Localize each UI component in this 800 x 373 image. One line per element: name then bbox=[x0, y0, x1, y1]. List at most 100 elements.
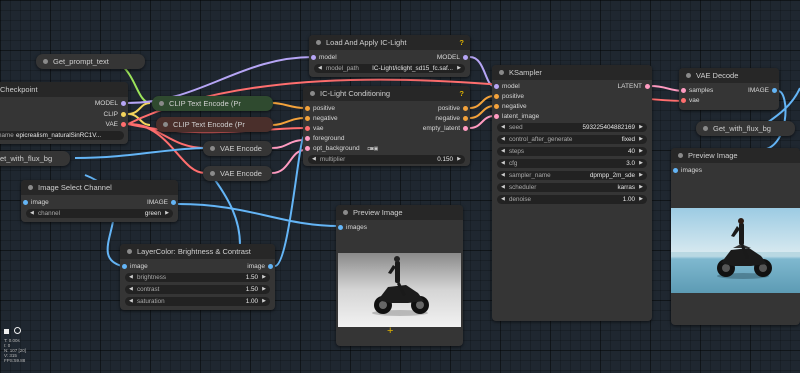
arrow-left-icon[interactable]: ◀ bbox=[312, 155, 316, 164]
cond-input-opt-background[interactable]: opt_background ◘◙▣ bbox=[303, 144, 378, 153]
latent-socket-icon[interactable] bbox=[305, 146, 310, 151]
cond-output-positive[interactable]: positive bbox=[390, 104, 470, 113]
checkpoint-output-vae[interactable]: VAE bbox=[58, 120, 128, 129]
ksampler-node[interactable]: KSampler model positive negative latent_… bbox=[492, 65, 652, 321]
collapse-dot-icon[interactable] bbox=[210, 171, 215, 176]
control-after-generate-widget[interactable]: ◀ control_after_generate fixed ▶ bbox=[497, 135, 647, 144]
cond-input-foreground[interactable]: foreground bbox=[303, 134, 344, 143]
cfg-widget[interactable]: ◀ cfg 3.0 ▶ bbox=[497, 159, 647, 168]
decode-input-samples[interactable]: samples bbox=[679, 86, 713, 95]
decode-input-vae[interactable]: vae bbox=[679, 96, 699, 105]
conditioning-socket-icon[interactable] bbox=[305, 106, 310, 111]
iclight-conditioning-node[interactable]: IC-Light Conditioning? positive negative… bbox=[303, 86, 470, 166]
arrow-right-icon[interactable]: ▶ bbox=[639, 183, 643, 192]
model-socket-icon[interactable] bbox=[121, 101, 126, 106]
layercolor-input-image[interactable]: image bbox=[120, 262, 148, 271]
circle-icon[interactable] bbox=[13, 327, 21, 334]
scheduler-widget[interactable]: ◀ scheduler karras ▶ bbox=[497, 183, 647, 192]
arrow-left-icon[interactable]: ◀ bbox=[129, 273, 133, 282]
clip-text-encode-positive-node[interactable]: CLIP Text Encode (Pr bbox=[152, 96, 273, 111]
model-path-widget[interactable]: ◀ model_path IC-Light/iclight_sd15_fc.sa… bbox=[314, 64, 465, 73]
ksampler-input-model[interactable]: model bbox=[492, 82, 520, 91]
preview-right-input-images[interactable]: images bbox=[671, 166, 702, 175]
cond-input-vae[interactable]: vae bbox=[303, 124, 323, 133]
vae-socket-icon[interactable] bbox=[121, 122, 126, 127]
decode-output-image[interactable]: IMAGE bbox=[719, 86, 779, 95]
arrow-left-icon[interactable]: ◀ bbox=[501, 159, 505, 168]
arrow-left-icon[interactable]: ◀ bbox=[501, 147, 505, 156]
arrow-right-icon[interactable]: ▶ bbox=[457, 64, 461, 73]
latent-socket-icon[interactable] bbox=[305, 136, 310, 141]
image-socket-icon[interactable] bbox=[772, 88, 777, 93]
select-input-image[interactable]: image bbox=[21, 198, 49, 207]
image-socket-icon[interactable] bbox=[338, 225, 343, 230]
arrow-right-icon[interactable]: ▶ bbox=[639, 147, 643, 156]
vae-encode-node-2[interactable]: VAE Encode bbox=[203, 166, 272, 181]
iclight-output-model[interactable]: MODEL bbox=[400, 53, 470, 62]
latent-socket-icon[interactable] bbox=[463, 126, 468, 131]
arrow-right-icon[interactable]: ▶ bbox=[639, 171, 643, 180]
iclight-input-model[interactable]: model bbox=[309, 53, 337, 62]
get-prompt-text-node[interactable]: Get_prompt_text bbox=[36, 54, 145, 69]
image-socket-icon[interactable] bbox=[122, 264, 127, 269]
conditioning-socket-icon[interactable] bbox=[463, 106, 468, 111]
help-icon[interactable]: ? bbox=[459, 35, 464, 50]
arrow-left-icon[interactable]: ◀ bbox=[501, 135, 505, 144]
latent-socket-icon[interactable] bbox=[681, 88, 686, 93]
sampler-name-widget[interactable]: ◀ sampler_name dpmpp_2m_sde ▶ bbox=[497, 171, 647, 180]
collapse-dot-icon[interactable] bbox=[28, 185, 33, 190]
vae-encode-node-1[interactable]: VAE Encode bbox=[203, 141, 272, 156]
image-socket-icon[interactable] bbox=[171, 200, 176, 205]
image-select-channel-node[interactable]: Image Select Channel image IMAGE ◀ channe… bbox=[21, 180, 178, 222]
arrow-right-icon[interactable]: ▶ bbox=[639, 159, 643, 168]
ksampler-output-latent[interactable]: LATENT bbox=[582, 82, 652, 91]
conditioning-socket-icon[interactable] bbox=[494, 94, 499, 99]
ksampler-input-positive[interactable]: positive bbox=[492, 92, 524, 101]
conditioning-socket-icon[interactable] bbox=[463, 116, 468, 121]
checkpoint-output-model[interactable]: MODEL bbox=[58, 99, 128, 108]
arrow-left-icon[interactable]: ◀ bbox=[501, 183, 505, 192]
load-apply-iclight-node[interactable]: Load And Apply IC-Light? model MODEL ◀ m… bbox=[309, 35, 470, 77]
select-output-image[interactable]: IMAGE bbox=[118, 198, 178, 207]
collapse-dot-icon[interactable] bbox=[343, 210, 348, 215]
latent-socket-icon[interactable] bbox=[494, 114, 499, 119]
image-socket-icon[interactable] bbox=[673, 168, 678, 173]
steps-widget[interactable]: ◀ steps 40 ▶ bbox=[497, 147, 647, 156]
vae-decode-node[interactable]: VAE Decode samples vae IMAGE bbox=[679, 68, 779, 110]
channel-widget[interactable]: ◀ channel green ▶ bbox=[26, 209, 173, 218]
ksampler-input-latent[interactable]: latent_image bbox=[492, 112, 539, 121]
arrow-left-icon[interactable]: ◀ bbox=[129, 297, 133, 306]
collapse-dot-icon[interactable] bbox=[499, 70, 504, 75]
preview-mid-input-images[interactable]: images bbox=[336, 223, 367, 232]
checkpoint-output-clip[interactable]: CLIP bbox=[58, 110, 128, 119]
contrast-widget[interactable]: ◀ contrast 1.50 ▶ bbox=[125, 285, 270, 294]
preview-image-right-node[interactable]: Preview Image images bbox=[671, 148, 800, 325]
collapse-dot-icon[interactable] bbox=[210, 146, 215, 151]
image-socket-icon[interactable] bbox=[268, 264, 273, 269]
vae-socket-icon[interactable] bbox=[681, 98, 686, 103]
arrow-right-icon[interactable]: ▶ bbox=[262, 297, 266, 306]
cond-input-negative[interactable]: negative bbox=[303, 114, 338, 123]
denoise-widget[interactable]: ◀ denoise 1.00 ▶ bbox=[497, 195, 647, 204]
cond-output-negative[interactable]: negative bbox=[390, 114, 470, 123]
latent-socket-icon[interactable] bbox=[645, 84, 650, 89]
conditioning-socket-icon[interactable] bbox=[494, 104, 499, 109]
image-socket-icon[interactable] bbox=[23, 200, 28, 205]
seed-widget[interactable]: ◀ seed 593225404882169 ▶ bbox=[497, 123, 647, 132]
arrow-right-icon[interactable]: ▶ bbox=[262, 273, 266, 282]
clip-text-encode-negative-node[interactable]: CLIP Text Encode (Pr bbox=[156, 117, 273, 132]
cond-output-empty-latent[interactable]: empty_latent bbox=[390, 124, 470, 133]
get-with-flux-bg-right-node[interactable]: Get_with_flux_bg bbox=[696, 121, 795, 136]
collapse-dot-icon[interactable] bbox=[159, 101, 164, 106]
arrow-left-icon[interactable]: ◀ bbox=[30, 209, 34, 218]
arrow-left-icon[interactable]: ◀ bbox=[501, 123, 505, 132]
layercolor-output-image[interactable]: image bbox=[215, 262, 275, 271]
collapse-dot-icon[interactable] bbox=[703, 126, 708, 131]
collapse-dot-icon[interactable] bbox=[686, 73, 691, 78]
collapse-dot-icon[interactable] bbox=[678, 153, 683, 158]
ksampler-input-negative[interactable]: negative bbox=[492, 102, 527, 111]
multiplier-widget[interactable]: ◀ multiplier 0.150 ▶ bbox=[308, 155, 465, 164]
get-with-flux-bg-left-node[interactable]: et_with_flux_bg bbox=[0, 151, 70, 166]
arrow-left-icon[interactable]: ◀ bbox=[501, 195, 505, 204]
checkpoint-node[interactable]: Checkpoint MODEL CLIP VAE name epicreali… bbox=[0, 82, 128, 144]
